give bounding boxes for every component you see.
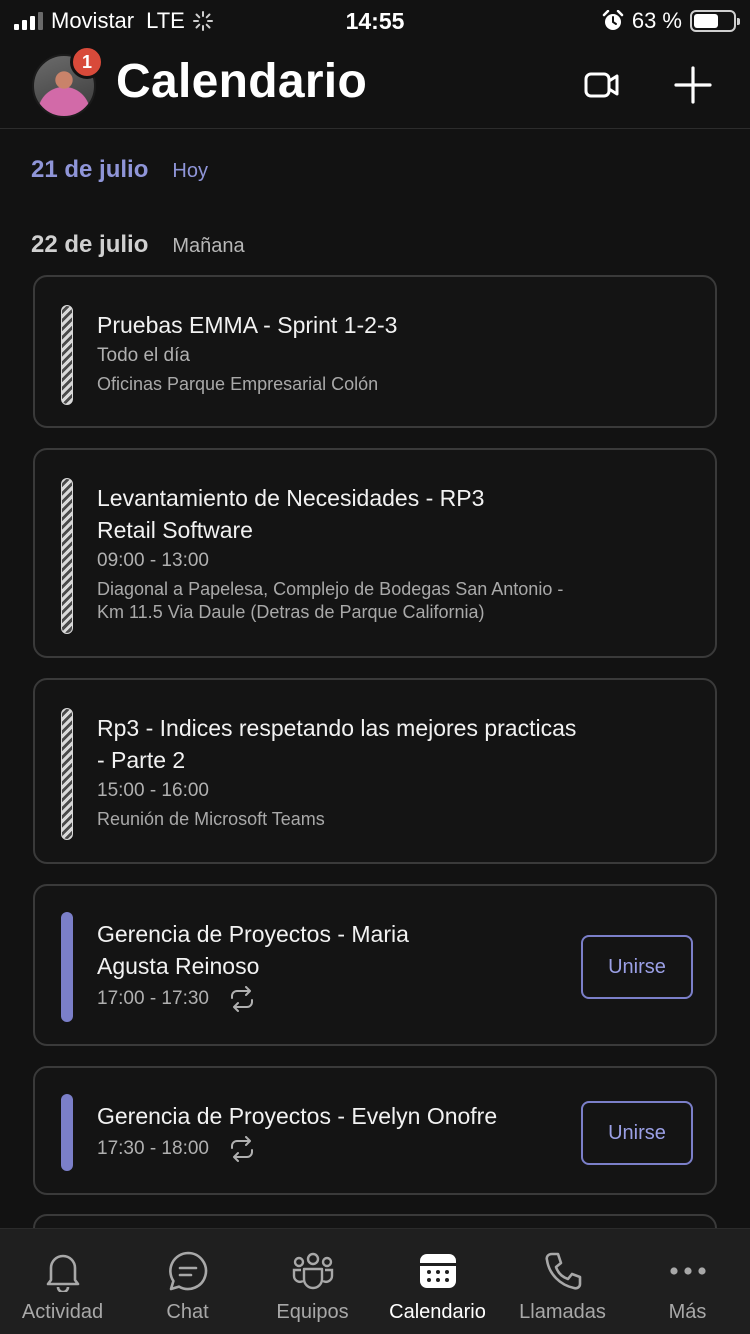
event-title-line: - Parte 2 — [97, 747, 186, 773]
tab-label: Llamadas — [519, 1301, 606, 1323]
more-icon — [669, 1267, 706, 1275]
event-card[interactable]: Levantamiento de Necesidades - RP3 Retai… — [33, 448, 717, 658]
join-button[interactable]: Unirse — [581, 1101, 693, 1165]
event-time: 17:30 - 18:00 — [97, 1138, 209, 1159]
add-icon — [674, 66, 712, 104]
event-status-bar — [61, 1094, 73, 1171]
date-tomorrow-label: Mañana — [172, 235, 245, 257]
event-card[interactable]: Gerencia de Proyectos - Maria Agusta Rei… — [33, 884, 717, 1046]
chat-icon — [168, 1251, 207, 1291]
event-card[interactable]: Pruebas EMMA - Sprint 1-2-3 Todo el día … — [33, 275, 717, 428]
add-event-button[interactable] — [668, 60, 718, 110]
date-header-tomorrow: 22 de julio Mañana — [31, 231, 245, 259]
tab-chat[interactable]: Chat — [125, 1229, 250, 1334]
status-right: 63 % — [602, 8, 740, 34]
event-status-bar — [61, 305, 73, 405]
event-title-line: Rp3 - Indices respetando las mejores pra… — [97, 715, 577, 741]
event-location: Reunión de Microsoft Teams — [97, 809, 325, 829]
date-tomorrow: 22 de julio — [31, 231, 149, 258]
event-status-bar — [61, 708, 73, 840]
status-bar: Movistar LTE 14:55 63 % — [0, 0, 750, 42]
tab-bar: Actividad Chat Equipos Calendario Llamad… — [0, 1228, 750, 1334]
event-time: 17:00 - 17:30 — [97, 988, 209, 1009]
battery-percent: 63 % — [631, 8, 682, 33]
tab-actividad[interactable]: Actividad — [0, 1229, 125, 1334]
tab-equipos[interactable]: Equipos — [250, 1229, 375, 1334]
phone-icon — [544, 1252, 581, 1290]
event-title: Gerencia de Proyectos - Evelyn Onofre — [97, 1103, 498, 1129]
event-time: 09:00 - 13:00 — [97, 550, 209, 571]
event-title-line: Agusta Reinoso — [97, 953, 260, 979]
app-header: 1 Calendario — [0, 42, 750, 129]
event-title-line: Gerencia de Proyectos - Maria — [97, 921, 409, 947]
event-title-line: Retail Software — [97, 517, 253, 543]
calendar-icon — [419, 1254, 456, 1288]
event-location-line: Diagonal a Papelesa, Complejo de Bodegas… — [97, 579, 564, 599]
tab-llamadas[interactable]: Llamadas — [500, 1229, 625, 1334]
tab-label: Actividad — [21, 1301, 104, 1323]
battery-fill — [694, 14, 718, 28]
event-title: Pruebas EMMA - Sprint 1-2-3 — [97, 312, 398, 338]
recurring-icon — [230, 1136, 253, 1162]
event-location-line: Km 11.5 Via Daule (Detras de Parque Cali… — [97, 602, 485, 622]
tab-label: Más — [668, 1301, 707, 1323]
event-location: Oficinas Parque Empresarial Colón — [97, 374, 379, 394]
event-time: Todo el día — [97, 345, 190, 366]
tab-label: Calendario — [389, 1301, 486, 1323]
video-meeting-icon — [584, 72, 619, 98]
video-meeting-button[interactable] — [577, 60, 627, 110]
page-title: Calendario — [116, 55, 368, 108]
notification-badge: 1 — [70, 45, 104, 79]
event-card[interactable]: Rp3 - Indices respetando las mejores pra… — [33, 678, 717, 864]
date-today-label: Hoy — [172, 160, 208, 182]
event-card[interactable]: Gerencia de Proyectos - Evelyn Onofre 17… — [33, 1066, 717, 1195]
tab-mas[interactable]: Más — [625, 1229, 750, 1334]
recurring-icon — [230, 986, 253, 1012]
event-status-bar — [61, 478, 73, 634]
tab-label: Chat — [166, 1301, 209, 1323]
teams-icon — [292, 1252, 333, 1290]
event-time: 15:00 - 16:00 — [97, 780, 209, 801]
bell-icon — [46, 1254, 79, 1292]
event-status-bar — [61, 912, 73, 1022]
tab-calendario[interactable]: Calendario — [375, 1229, 500, 1334]
battery-icon — [690, 10, 740, 32]
date-today: 21 de julio — [31, 156, 149, 183]
join-button[interactable]: Unirse — [581, 935, 693, 999]
event-title-line: Levantamiento de Necesidades - RP3 — [97, 485, 485, 511]
alarm-icon — [602, 10, 624, 30]
tab-label: Equipos — [276, 1301, 349, 1323]
date-header-today: 21 de julio Hoy — [31, 156, 208, 184]
